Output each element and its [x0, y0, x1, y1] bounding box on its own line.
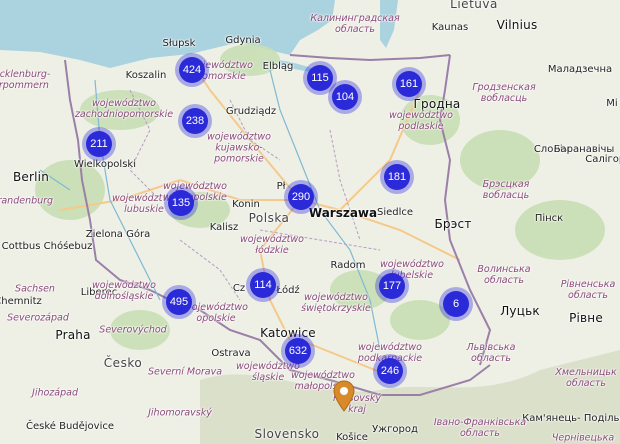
label-dolnoslaskie: województwo dolnośląskie	[92, 280, 156, 302]
cluster-count: 632	[285, 338, 311, 364]
label-lodzkie: województwo łódzkie	[240, 234, 304, 256]
label-rivne-obl: Рівненська область	[560, 279, 616, 301]
label-mvp: Mecklenburg- Vorpommern	[0, 69, 51, 91]
cluster-count: 6	[443, 291, 469, 317]
cluster-marker[interactable]: 290	[284, 180, 318, 214]
label-ostrava: Ostrava	[211, 348, 251, 359]
cluster-count: 424	[179, 57, 205, 83]
cluster-count: 177	[379, 273, 405, 299]
label-ivano: Івано-Франківська область	[433, 417, 527, 439]
label-jihomoravsky: Jihomoravský	[148, 407, 212, 419]
label-uzhhorod: Ужгород	[372, 424, 418, 435]
cluster-marker[interactable]: 177	[375, 269, 409, 303]
label-cesko: Česko	[103, 356, 143, 370]
cluster-count: 211	[86, 131, 112, 157]
cluster-marker[interactable]: 632	[281, 334, 315, 368]
cluster-count: 161	[396, 71, 422, 97]
label-kamianets: Кам'янець- Подільський	[522, 413, 620, 424]
label-berlin: Berlin	[12, 170, 50, 184]
cluster-marker[interactable]: 424	[175, 53, 209, 87]
label-lietuva: Lietuva	[450, 0, 498, 11]
label-grodno-obl: Гродзенская вобласць	[472, 82, 536, 104]
map-canvas[interactable]: Lietuva Калининградская область Kaunas V…	[0, 0, 620, 444]
label-lutsk: Луцьк	[500, 304, 540, 318]
label-maladzyechna: Маладзечна	[547, 64, 613, 75]
label-wielkopolski: Wielkopolski	[74, 159, 136, 170]
label-siedlce: Siedlce	[376, 207, 414, 218]
label-pinsk: Пінск	[534, 213, 564, 224]
label-severni-morava: Severní Morava	[147, 366, 223, 378]
label-kosice: Košice	[336, 432, 368, 443]
label-severovychod: Severovýchod	[99, 324, 167, 336]
label-swietokrzyskie: województwo świętokrzyskie	[301, 292, 371, 314]
label-ceske-budejovice: České Budějovice	[25, 421, 115, 432]
label-polska: Polska	[248, 211, 290, 225]
cluster-marker[interactable]: 104	[328, 80, 362, 114]
cluster-count: 290	[288, 184, 314, 210]
label-podlaskie: województwo podlaskie	[389, 110, 453, 132]
label-chernivtsi: Чернівецька	[551, 432, 615, 444]
label-zielona-gora: Zielona Góra	[85, 229, 151, 240]
cluster-count: 238	[182, 108, 208, 134]
label-minsk: Мі	[606, 98, 618, 109]
label-warszawa: Warszawa	[308, 206, 378, 220]
cluster-count: 495	[166, 289, 192, 315]
cluster-count: 135	[168, 190, 194, 216]
label-rivne: Рівне	[569, 311, 603, 325]
label-kaunas: Kaunas	[431, 22, 469, 33]
label-brest: Брэст	[434, 217, 472, 231]
cluster-marker[interactable]: 181	[380, 160, 414, 194]
label-chemnitz: Chemnitz	[0, 296, 42, 307]
cluster-marker[interactable]: 161	[392, 67, 426, 101]
cluster-marker[interactable]: 495	[162, 285, 196, 319]
label-jihozapad: Jihozápad	[32, 387, 78, 399]
label-lviv-obl: Львівська область	[466, 342, 516, 364]
label-gdynia: Gdynia	[225, 35, 261, 46]
cluster-count: 104	[332, 84, 358, 110]
label-khmelnytsk: Хмельницьк область	[555, 367, 617, 389]
label-sachsen: Sachsen	[15, 283, 55, 295]
label-elblag: Elbląg	[262, 61, 294, 72]
label-praha: Praha	[55, 328, 91, 342]
label-kaliningrad: Калининградская область	[310, 13, 400, 35]
cluster-marker[interactable]: 246	[373, 354, 407, 388]
label-grudziadz: Grudziądz	[225, 106, 277, 117]
cluster-marker[interactable]: 114	[246, 268, 280, 302]
cluster-marker[interactable]: 135	[164, 186, 198, 220]
label-slupsk: Słupsk	[162, 38, 196, 49]
map-pin-icon	[333, 380, 355, 412]
label-vilnius: Vilnius	[496, 18, 538, 32]
cluster-marker[interactable]: 238	[178, 104, 212, 138]
label-koszalin: Koszalin	[125, 70, 167, 81]
label-radom: Radom	[330, 260, 366, 271]
map-pin-icon[interactable]	[333, 380, 355, 412]
label-salihorsk: Салігорс	[585, 154, 620, 165]
cluster-count: 246	[377, 358, 403, 384]
label-grodno: Гродна	[413, 97, 461, 111]
baltic-sea	[0, 0, 335, 68]
label-kujawsko: województwo kujawsko- pomorskie	[207, 131, 271, 165]
cluster-count: 181	[384, 164, 410, 190]
cluster-marker[interactable]: 6	[439, 287, 473, 321]
cluster-count: 114	[250, 272, 276, 298]
label-severozapad: Severozápad	[7, 312, 69, 324]
label-brandenburg: Brandenburg	[0, 195, 54, 207]
label-brest-obl: Брэсцкая вобласць	[482, 179, 530, 201]
label-slovensko: Slovensko	[254, 427, 320, 441]
label-zachodniopomorskie: województwo zachodniopomorskie	[74, 98, 174, 120]
label-volyn: Волинська область	[477, 264, 531, 286]
label-kalisz: Kalisz	[209, 222, 239, 233]
cluster-marker[interactable]: 211	[82, 127, 116, 161]
label-cottbus: Cottbus Chóśebuz	[1, 241, 93, 252]
cluster-count: 115	[307, 65, 333, 91]
label-konin: Konin	[232, 199, 260, 210]
label-cz: Cz	[232, 283, 246, 294]
